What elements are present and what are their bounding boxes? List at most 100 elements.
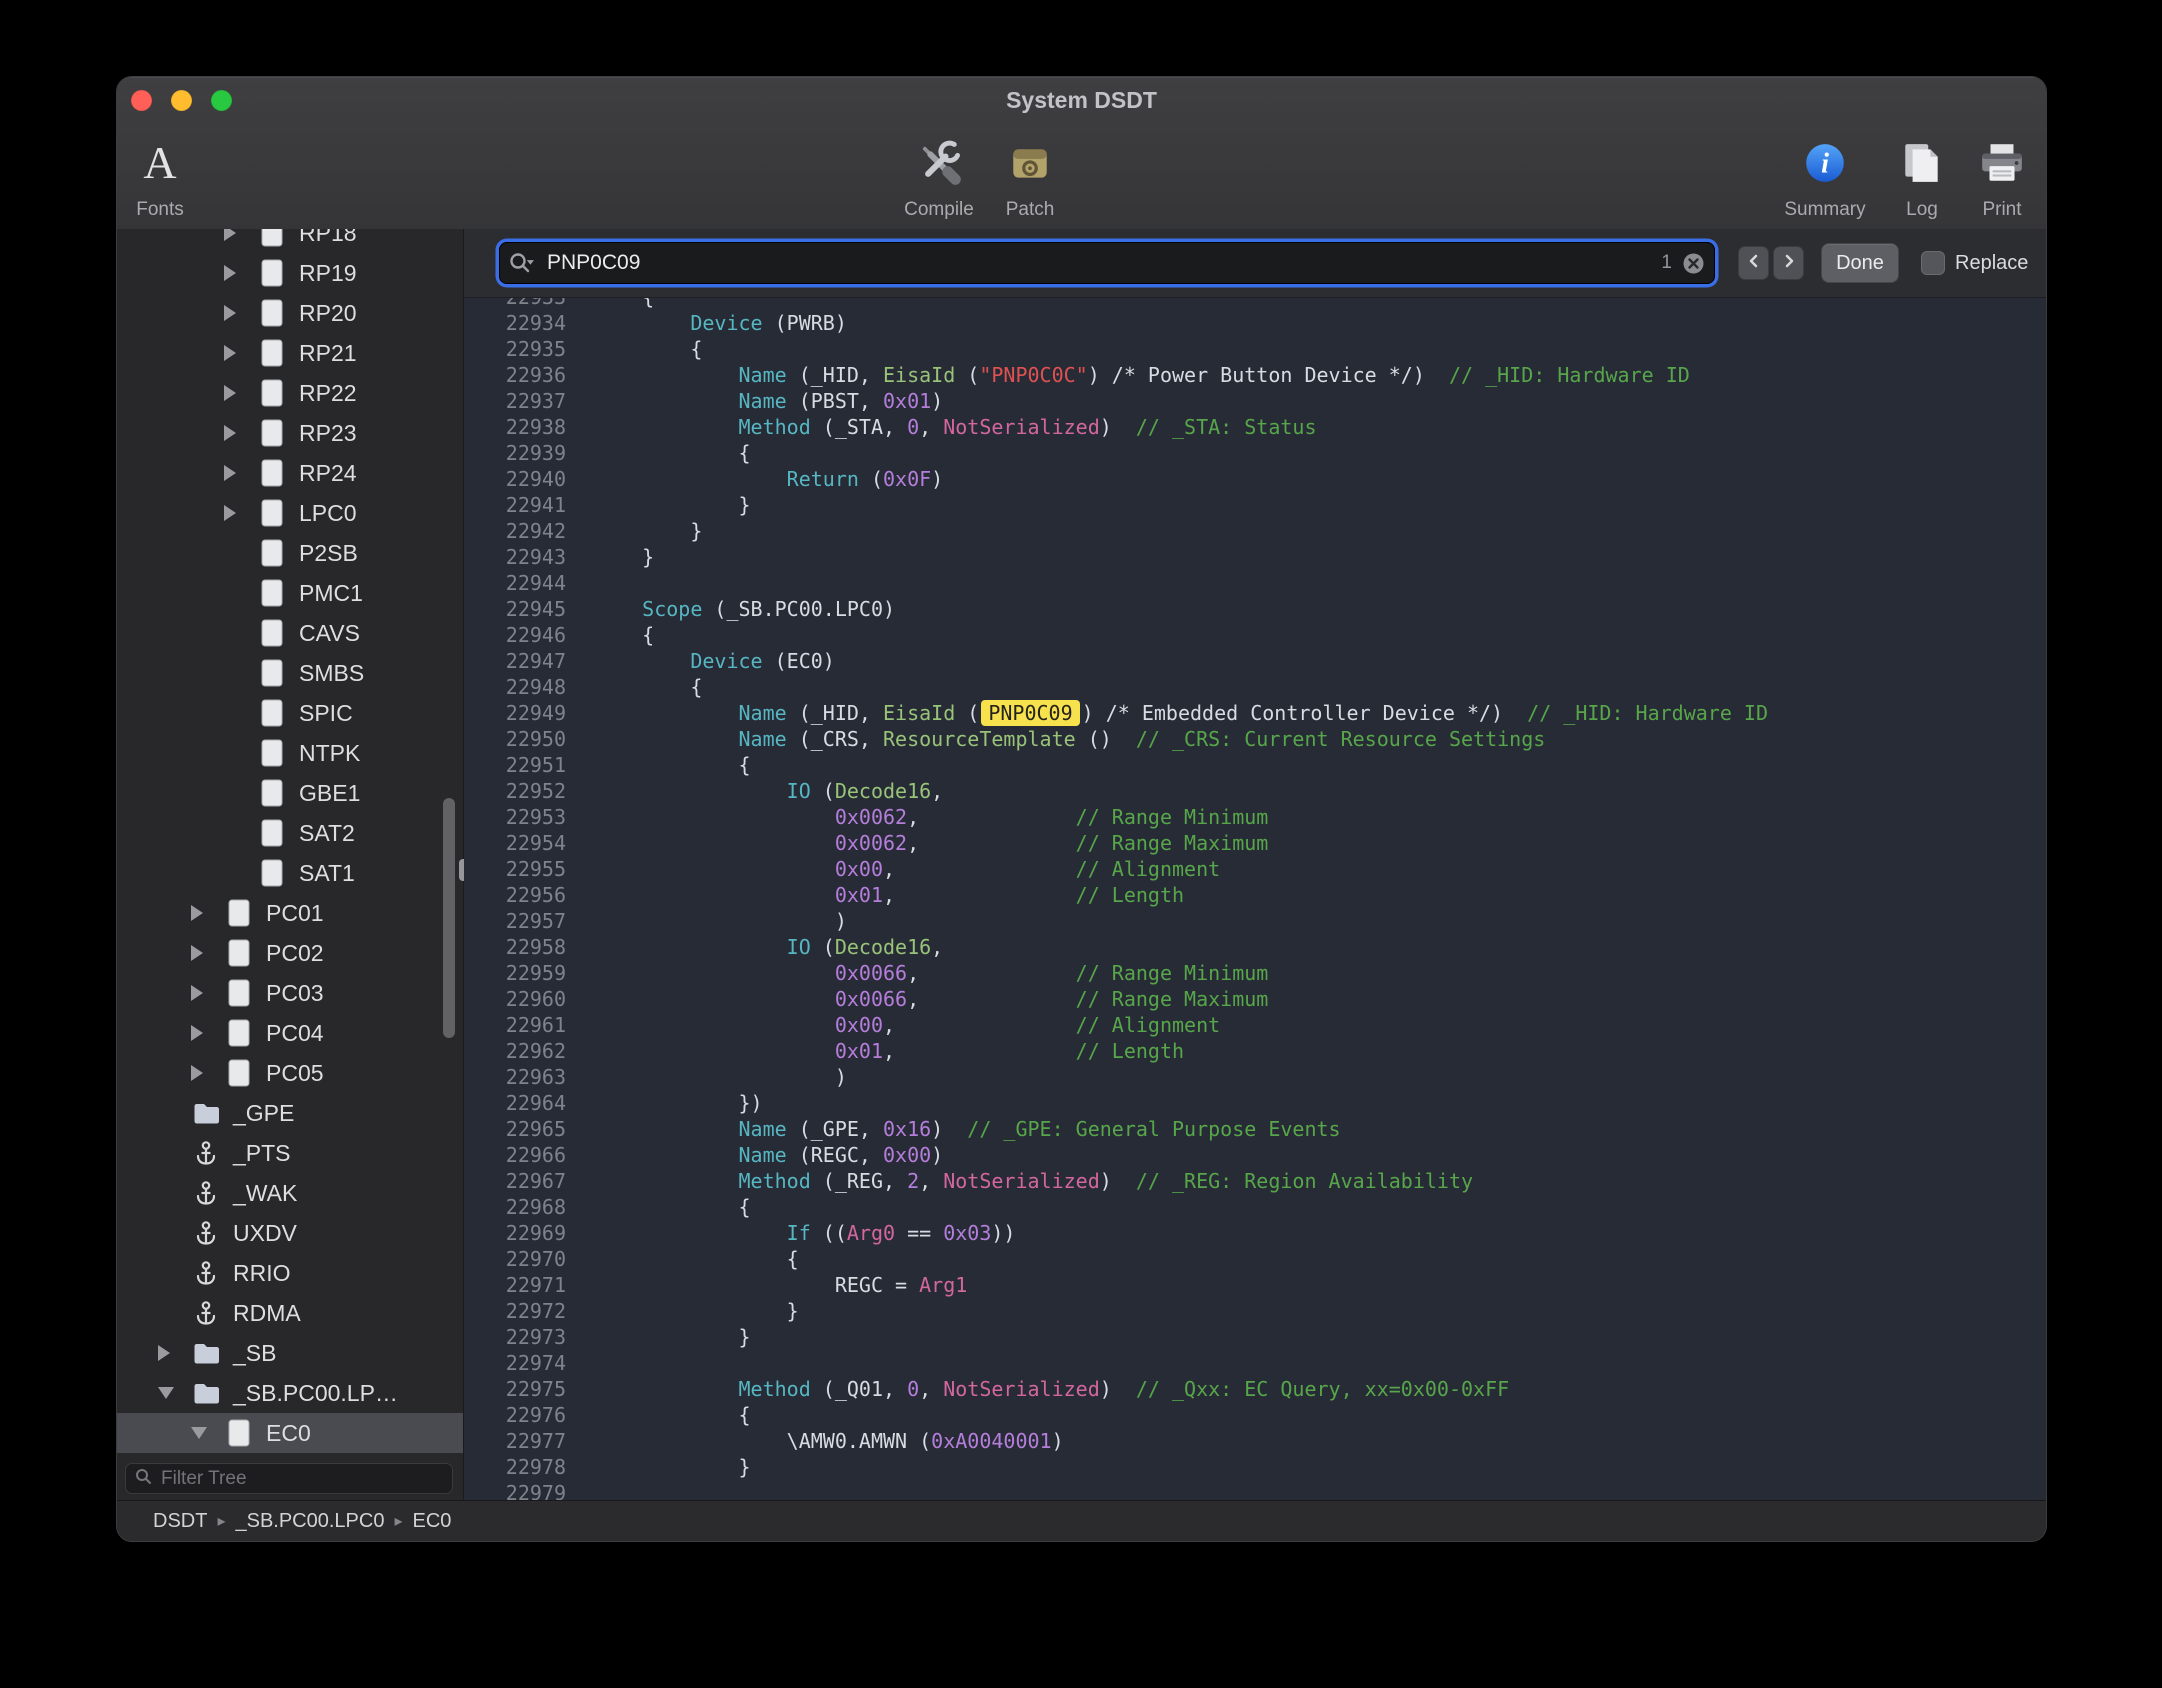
find-next-button[interactable] (1773, 246, 1804, 280)
replace-checkbox[interactable] (1921, 251, 1945, 275)
sidebar-item-_sb[interactable]: _SB (117, 1333, 463, 1373)
sidebar-item-rdma[interactable]: RDMA (117, 1293, 463, 1333)
sidebar-item-pc01[interactable]: PC01 (117, 893, 463, 933)
line-number: 22944 (464, 570, 566, 596)
sidebar-item-rp21[interactable]: RP21 (117, 333, 463, 373)
done-button[interactable]: Done (1821, 243, 1899, 283)
sidebar-item-rp19[interactable]: RP19 (117, 253, 463, 293)
line-number: 22978 (464, 1454, 566, 1480)
sidebar-item-pmc1[interactable]: PMC1 (117, 573, 463, 613)
sidebar-item-sat1[interactable]: SAT1 (117, 853, 463, 893)
code-line: 22937 Name (PBST, 0x01) (464, 388, 2046, 414)
sidebar-item-ntpk[interactable]: NTPK (117, 733, 463, 773)
doc-icon (257, 379, 287, 407)
sidebar-item-spic[interactable]: SPIC (117, 693, 463, 733)
disclosure-closed-icon[interactable] (191, 1025, 224, 1041)
line-number: 22961 (464, 1012, 566, 1038)
disclosure-closed-icon[interactable] (224, 229, 257, 241)
sidebar-item-rp18[interactable]: RP18 (117, 229, 463, 253)
sidebar-item-rp23[interactable]: RP23 (117, 413, 463, 453)
doc-icon (257, 859, 287, 887)
code-line: 22965 Name (_GPE, 0x16) // _GPE: General… (464, 1116, 2046, 1142)
code-line: 22975 Method (_Q01, 0, NotSerialized) //… (464, 1376, 2046, 1402)
sidebar-item-pc03[interactable]: PC03 (117, 973, 463, 1013)
code-line: 22933 { (464, 298, 2046, 310)
code-line: 22974 (464, 1350, 2046, 1376)
line-number: 22966 (464, 1142, 566, 1168)
sidebar-item-pc05[interactable]: PC05 (117, 1053, 463, 1093)
line-number: 22939 (464, 440, 566, 466)
sidebar-item-cavs[interactable]: CAVS (117, 613, 463, 653)
filter-tree-input[interactable] (159, 1467, 443, 1491)
code-editor[interactable]: 22933 {22934 Device (PWRB)22935 {22936 N… (464, 298, 2046, 1501)
disclosure-closed-icon[interactable] (191, 945, 224, 961)
sidebar-item-label: SAT2 (299, 820, 355, 847)
disclosure-closed-icon[interactable] (224, 385, 257, 401)
search-match-highlight: PNP0C09 (981, 700, 1079, 726)
find-previous-button[interactable] (1738, 246, 1769, 280)
code-line: 22972 } (464, 1298, 2046, 1324)
find-search-field[interactable]: 1 (499, 242, 1715, 284)
disclosure-open-icon[interactable] (191, 1427, 224, 1439)
line-number: 22965 (464, 1116, 566, 1142)
patch-button[interactable]: Patch (970, 131, 1090, 221)
disclosure-closed-icon[interactable] (224, 425, 257, 441)
disclosure-closed-icon[interactable] (191, 985, 224, 1001)
sidebar-item-rp24[interactable]: RP24 (117, 453, 463, 493)
sidebar-item-p2sb[interactable]: P2SB (117, 533, 463, 573)
sidebar-scrollbar[interactable] (443, 798, 455, 1038)
fonts-button[interactable]: A Fonts (116, 131, 220, 221)
print-button[interactable]: Print (1942, 131, 2047, 221)
code-line: 22936 Name (_HID, EisaId ("PNP0C0C") /* … (464, 362, 2046, 388)
breadcrumb-item[interactable]: EC0 (413, 1510, 452, 1533)
sidebar-item-ec0[interactable]: EC0 (117, 1413, 463, 1453)
disclosure-closed-icon[interactable] (224, 305, 257, 321)
clear-search-icon[interactable] (1682, 252, 1705, 275)
line-number: 22976 (464, 1402, 566, 1428)
filter-tree-field[interactable] (125, 1463, 453, 1494)
sidebar-item-label: RP24 (299, 460, 357, 487)
line-number: 22936 (464, 362, 566, 388)
sidebar-item-_sb-pc00-lp[interactable]: _SB.PC00.LP… (117, 1373, 463, 1413)
sidebar-item-_wak[interactable]: _WAK (117, 1173, 463, 1213)
doc-icon (257, 229, 287, 247)
disclosure-closed-icon[interactable] (224, 465, 257, 481)
line-number: 22940 (464, 466, 566, 492)
disclosure-closed-icon[interactable] (224, 505, 257, 521)
line-number: 22967 (464, 1168, 566, 1194)
sidebar-item-smbs[interactable]: SMBS (117, 653, 463, 693)
sidebar-item-lpc0[interactable]: LPC0 (117, 493, 463, 533)
sidebar-item-rp22[interactable]: RP22 (117, 373, 463, 413)
sidebar-item-rp20[interactable]: RP20 (117, 293, 463, 333)
code-lines: 22933 {22934 Device (PWRB)22935 {22936 N… (464, 298, 2046, 1501)
sidebar-item-pc04[interactable]: PC04 (117, 1013, 463, 1053)
disclosure-closed-icon[interactable] (224, 265, 257, 281)
sidebar-item-_gpe[interactable]: _GPE (117, 1093, 463, 1133)
method-icon (191, 1260, 221, 1287)
sidebar-item-gbe1[interactable]: GBE1 (117, 773, 463, 813)
sidebar-item-label: PC04 (266, 1020, 324, 1047)
sidebar-item-label: PC05 (266, 1060, 324, 1087)
sidebar-item-_pts[interactable]: _PTS (117, 1133, 463, 1173)
line-number: 22953 (464, 804, 566, 830)
doc-icon (257, 659, 287, 687)
disclosure-closed-icon[interactable] (224, 345, 257, 361)
sidebar-item-rrio[interactable]: RRIO (117, 1253, 463, 1293)
disclosure-open-icon[interactable] (158, 1387, 191, 1399)
method-icon (191, 1300, 221, 1327)
sidebar-item-sat2[interactable]: SAT2 (117, 813, 463, 853)
disclosure-closed-icon[interactable] (191, 1065, 224, 1081)
line-number: 22977 (464, 1428, 566, 1454)
disclosure-closed-icon[interactable] (158, 1345, 191, 1361)
breadcrumb-item[interactable]: DSDT (153, 1510, 207, 1533)
disclosure-closed-icon[interactable] (191, 905, 224, 921)
code-line: 22979 (464, 1480, 2046, 1501)
find-input[interactable] (539, 251, 1661, 275)
sidebar-item-label: _WAK (233, 1180, 297, 1207)
sidebar-item-uxdv[interactable]: UXDV (117, 1213, 463, 1253)
code-line: 22962 0x01, // Length (464, 1038, 2046, 1064)
line-number: 22979 (464, 1480, 566, 1501)
sidebar-item-label: PC03 (266, 980, 324, 1007)
breadcrumb-item[interactable]: _SB.PC00.LPC0 (235, 1510, 384, 1533)
sidebar-item-pc02[interactable]: PC02 (117, 933, 463, 973)
